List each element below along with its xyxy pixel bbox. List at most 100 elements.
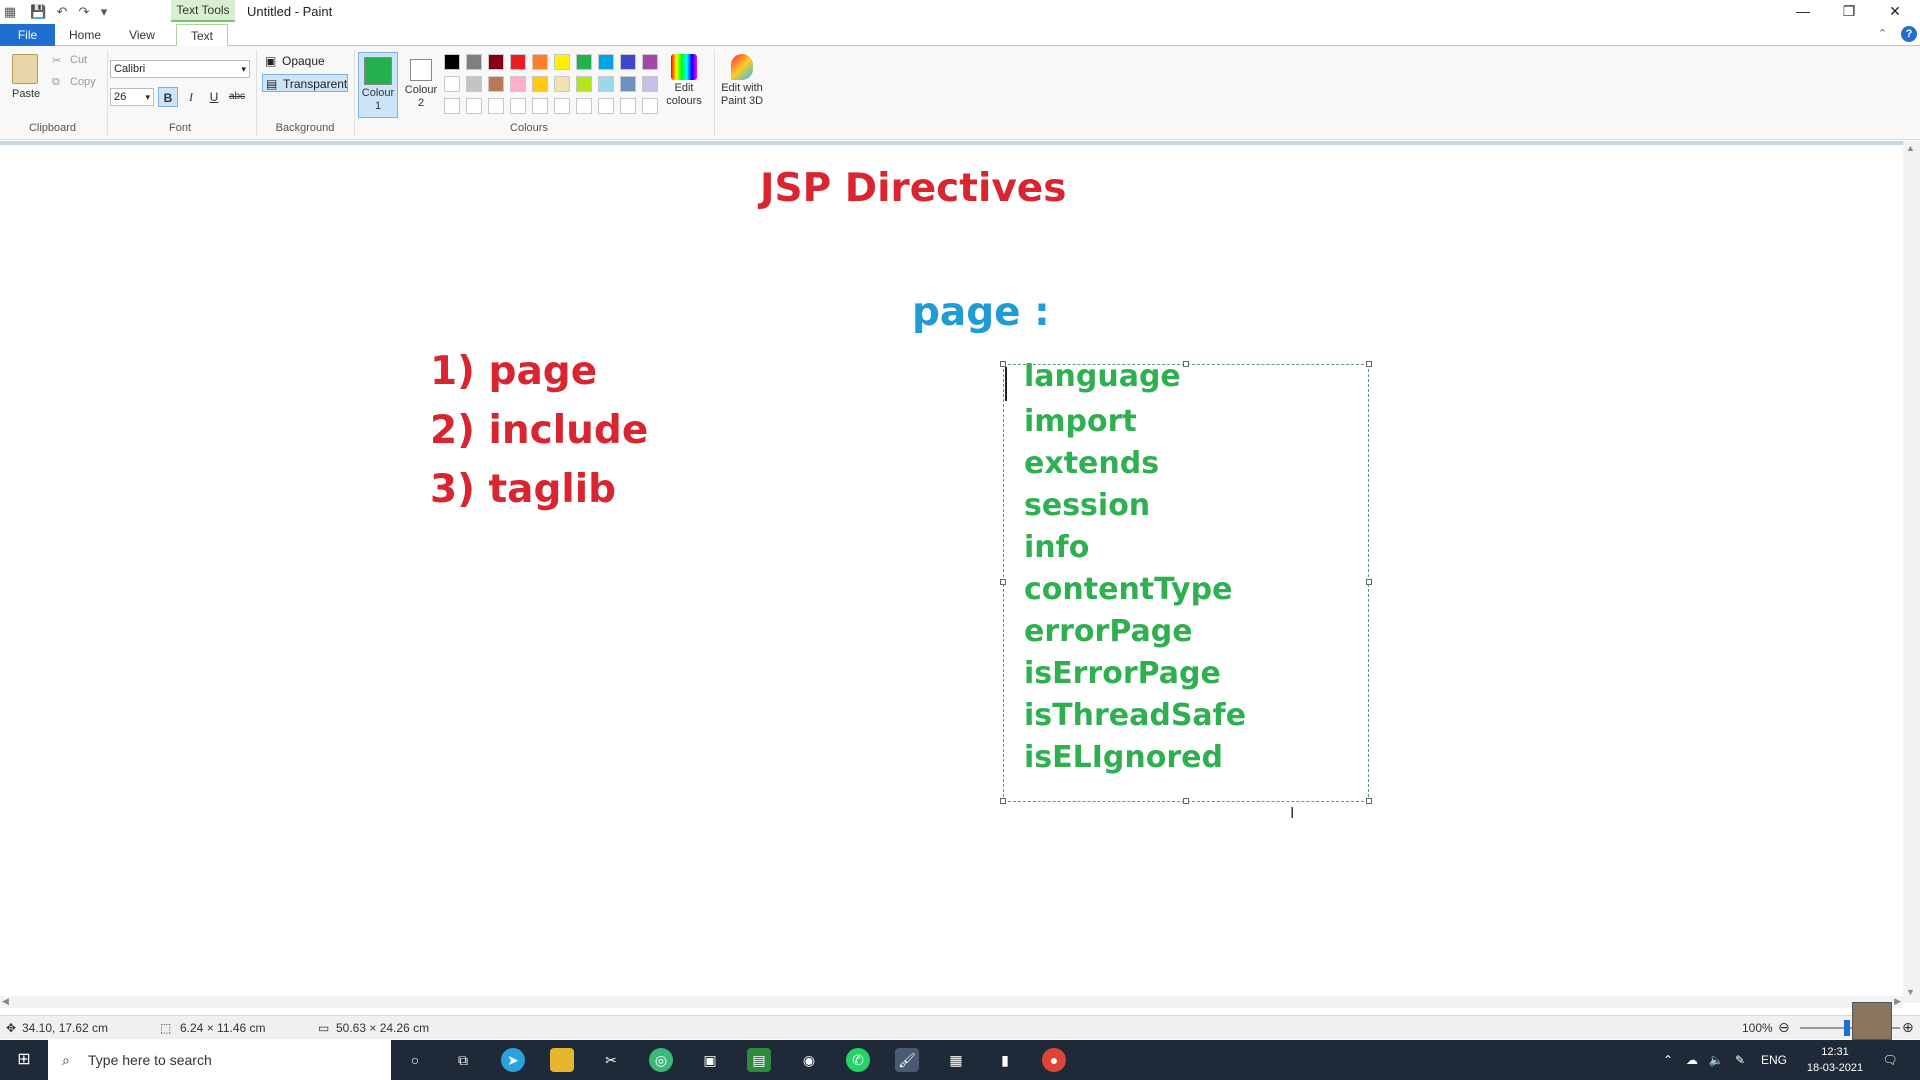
minimize-button[interactable]: — <box>1780 0 1826 22</box>
palette-swatch[interactable] <box>488 98 504 114</box>
chrome-icon[interactable]: ● <box>1042 1048 1066 1072</box>
help-icon[interactable]: ? <box>1901 26 1917 42</box>
palette-swatch[interactable] <box>554 98 570 114</box>
palette-swatch[interactable] <box>488 54 504 70</box>
palette-swatch[interactable] <box>598 98 614 114</box>
colour-1-button[interactable]: Colour 1 <box>358 52 398 118</box>
show-hidden-icons-icon[interactable]: ⌃ <box>1660 1040 1676 1080</box>
scroll-down-icon[interactable]: ▼ <box>1906 987 1915 997</box>
palette-swatch[interactable] <box>642 98 658 114</box>
palette-swatch[interactable] <box>554 76 570 92</box>
close-button[interactable]: ✕ <box>1872 0 1918 22</box>
bold-button[interactable]: B <box>158 87 178 107</box>
resize-handle[interactable] <box>1183 361 1189 367</box>
snipping-tool-icon[interactable]: ✂ <box>599 1048 623 1072</box>
palette-swatch[interactable] <box>576 98 592 114</box>
notifications-icon[interactable]: 🗨 <box>1880 1040 1900 1080</box>
scroll-left-icon[interactable]: ◀ <box>2 996 9 1007</box>
palette-swatch[interactable] <box>642 76 658 92</box>
palette-swatch[interactable] <box>444 76 460 92</box>
horizontal-scrollbar[interactable]: ◀ ▶ <box>0 996 1903 1008</box>
edit-colours-button[interactable]: Edit colours <box>660 52 708 118</box>
input-language[interactable]: ENG <box>1756 1040 1792 1080</box>
palette-swatch[interactable] <box>510 98 526 114</box>
palette-swatch[interactable] <box>488 76 504 92</box>
redo-icon[interactable]: ↷ <box>76 4 92 20</box>
zoom-out-icon[interactable]: ⊖ <box>1778 1019 1790 1036</box>
obs-studio-icon[interactable]: ◉ <box>797 1048 821 1072</box>
palette-swatch[interactable] <box>510 76 526 92</box>
undo-icon[interactable]: ↶ <box>54 4 70 20</box>
resize-handle[interactable] <box>1366 579 1372 585</box>
pen-icon[interactable]: ✎ <box>1730 1040 1750 1080</box>
save-icon[interactable]: 💾 <box>30 4 46 20</box>
tab-home[interactable]: Home <box>62 24 108 46</box>
zoom-in-icon[interactable]: ⊕ <box>1902 1019 1914 1036</box>
palette-swatch[interactable] <box>532 98 548 114</box>
restore-button[interactable]: ❐ <box>1826 0 1872 22</box>
transparent-button[interactable]: ▤ Transparent <box>262 74 348 92</box>
copy-button[interactable]: Copy <box>70 76 96 88</box>
edit-with-paint-3d-button[interactable]: Edit with Paint 3D <box>716 52 768 118</box>
italic-button[interactable]: I <box>181 87 201 107</box>
cortana-icon[interactable]: ○ <box>403 1048 427 1072</box>
font-family-select[interactable]: Calibri ▾ <box>110 60 250 78</box>
zoom-slider-thumb[interactable] <box>1844 1020 1850 1036</box>
app-icon[interactable]: ▮ <box>993 1048 1017 1072</box>
strikethrough-button[interactable]: abc <box>227 87 247 107</box>
palette-swatch[interactable] <box>620 98 636 114</box>
browser-app-icon[interactable]: ◎ <box>649 1048 673 1072</box>
microsoft-store-icon[interactable]: ▣ <box>698 1048 722 1072</box>
colour-2-button[interactable]: Colour 2 <box>401 52 441 118</box>
palette-swatch[interactable] <box>466 54 482 70</box>
palette-swatch[interactable] <box>576 76 592 92</box>
task-view-icon[interactable]: ⧉ <box>451 1048 475 1072</box>
resize-handle[interactable] <box>1366 798 1372 804</box>
onedrive-icon[interactable]: ☁ <box>1682 1040 1702 1080</box>
tab-text[interactable]: Text <box>176 24 228 47</box>
palette-swatch[interactable] <box>576 54 592 70</box>
clock[interactable]: 12:31 18-03-2021 <box>1800 1044 1870 1076</box>
paste-icon[interactable] <box>12 54 38 84</box>
taskbar-search-box[interactable]: ⌕ Type here to search <box>48 1040 391 1080</box>
resize-handle[interactable] <box>1183 798 1189 804</box>
notepad-app-icon[interactable]: ▤ <box>747 1048 771 1072</box>
palette-swatch[interactable] <box>510 54 526 70</box>
paint-app-icon[interactable]: ▦ <box>2 4 18 20</box>
resize-handle[interactable] <box>1000 798 1006 804</box>
customize-quick-access-icon[interactable]: ▾ <box>96 4 112 20</box>
palette-swatch[interactable] <box>620 54 636 70</box>
tab-file[interactable]: File <box>0 24 55 46</box>
telegram-icon[interactable]: ➤ <box>501 1048 525 1072</box>
palette-swatch[interactable] <box>598 76 614 92</box>
palette-swatch[interactable] <box>554 54 570 70</box>
tab-view[interactable]: View <box>120 24 164 46</box>
palette-swatch[interactable] <box>620 76 636 92</box>
drawing-canvas[interactable]: JSP Directives page : 1) page 2) include… <box>0 141 1920 1003</box>
paint-taskbar-icon[interactable]: 🖌 <box>895 1048 919 1072</box>
palette-swatch[interactable] <box>642 54 658 70</box>
palette-swatch[interactable] <box>466 76 482 92</box>
scroll-right-icon[interactable]: ▶ <box>1894 996 1901 1007</box>
underline-button[interactable]: U <box>204 87 224 107</box>
windows-start-icon[interactable]: ⊞ <box>12 1048 36 1072</box>
palette-swatch[interactable] <box>444 98 460 114</box>
calculator-icon[interactable]: ▦ <box>944 1048 968 1072</box>
collapse-ribbon-icon[interactable]: ⌃ <box>1878 27 1887 40</box>
font-size-select[interactable]: 26 ▾ <box>110 88 154 106</box>
opaque-button[interactable]: ▣ Opaque <box>262 52 348 70</box>
vertical-scrollbar[interactable]: ▲ ▼ <box>1903 141 1920 1003</box>
palette-swatch[interactable] <box>532 54 548 70</box>
palette-swatch[interactable] <box>466 98 482 114</box>
palette-swatch[interactable] <box>598 54 614 70</box>
paste-button[interactable]: Paste <box>12 88 40 100</box>
palette-swatch[interactable] <box>444 54 460 70</box>
whatsapp-icon[interactable]: ✆ <box>846 1048 870 1072</box>
scroll-up-icon[interactable]: ▲ <box>1906 143 1915 153</box>
resize-handle[interactable] <box>1000 579 1006 585</box>
cut-button[interactable]: Cut <box>70 54 87 66</box>
palette-swatch[interactable] <box>532 76 548 92</box>
file-explorer-icon[interactable] <box>550 1048 574 1072</box>
volume-icon[interactable]: 🔈 <box>1706 1040 1726 1080</box>
resize-handle[interactable] <box>1366 361 1372 367</box>
